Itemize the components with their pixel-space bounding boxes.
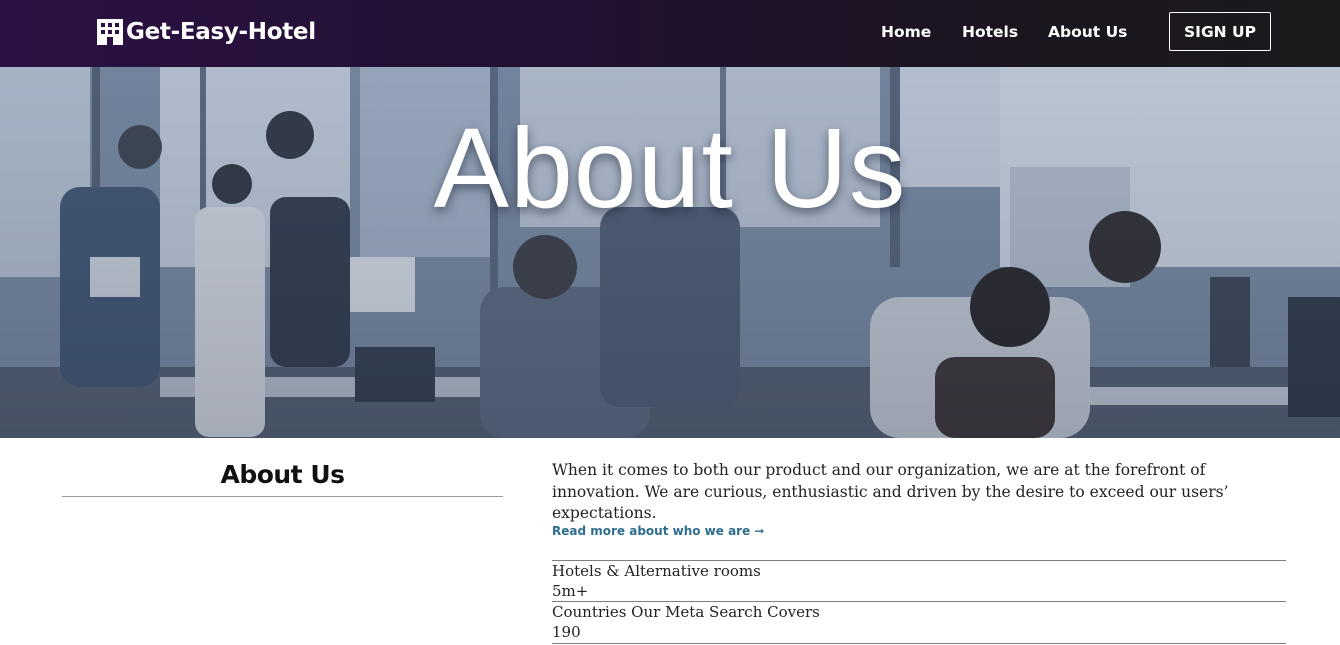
navbar: Get-Easy-Hotel Home Hotels About Us SIGN… xyxy=(0,0,1340,67)
stat-label: Hotels & Alternative rooms xyxy=(552,562,761,580)
nav-hotels[interactable]: Hotels xyxy=(962,23,1018,41)
nav-home[interactable]: Home xyxy=(881,23,931,41)
hero-banner: About Us xyxy=(0,67,1340,438)
stat-label: Countries Our Meta Search Covers xyxy=(552,603,820,621)
about-heading: About Us xyxy=(220,460,345,489)
signup-button[interactable]: SIGN UP xyxy=(1169,12,1271,51)
hotel-building-icon xyxy=(97,19,123,45)
hero-title: About Us xyxy=(433,105,907,231)
heading-divider xyxy=(62,496,503,497)
brand-name: Get-Easy-Hotel xyxy=(126,19,316,45)
about-intro: When it comes to both our product and ou… xyxy=(552,461,1229,522)
stat-divider xyxy=(552,601,1286,602)
stat-divider xyxy=(552,643,1286,644)
brand-logo[interactable]: Get-Easy-Hotel xyxy=(95,16,316,48)
stat-value: 5m+ xyxy=(552,582,589,600)
stat-divider xyxy=(552,560,1286,561)
read-more-link[interactable]: Read more about who we are ➞ xyxy=(552,524,764,538)
stat-value: 190 xyxy=(552,623,581,641)
nav-about-us[interactable]: About Us xyxy=(1048,23,1127,41)
